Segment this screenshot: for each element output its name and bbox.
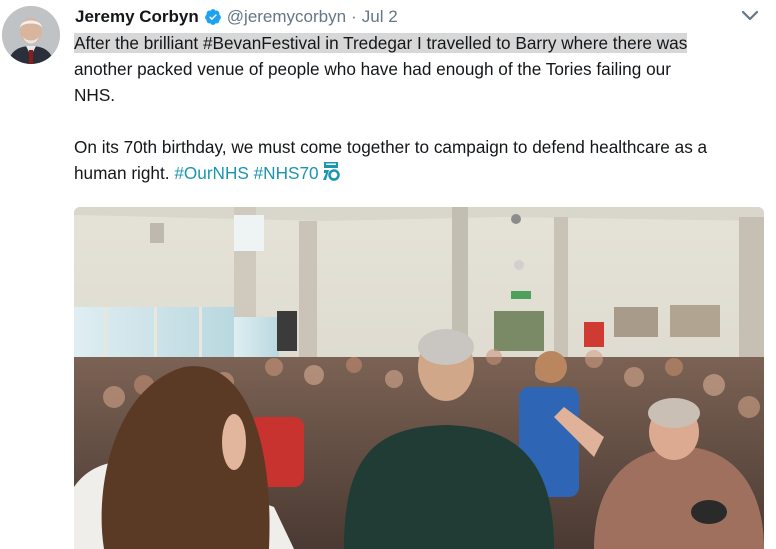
tweet-header: Jeremy Corbyn @jeremycorbyn · Jul 2 bbox=[75, 5, 398, 29]
author-handle[interactable]: @jeremycorbyn bbox=[227, 7, 346, 27]
chevron-down-icon[interactable] bbox=[740, 9, 760, 23]
tweet-text: After the brilliant #BevanFestival in Tr… bbox=[74, 30, 764, 186]
tweet-text-body: On its 70th birthday, we must come toget… bbox=[74, 137, 708, 183]
tweet-date[interactable]: Jul 2 bbox=[362, 7, 398, 27]
tweet-text-line-3: NHS. bbox=[74, 85, 116, 105]
tweet-text-line-1: After the brilliant #BevanFestival in Tr… bbox=[74, 33, 688, 53]
hashtag-ournhs[interactable]: #OurNHS bbox=[174, 163, 249, 183]
tweet-paragraph-2: On its 70th birthday, we must come toget… bbox=[74, 134, 764, 186]
tweet-paragraph-1: After the brilliant #BevanFestival in Tr… bbox=[74, 30, 764, 108]
verified-badge-icon bbox=[204, 9, 221, 25]
tweet-text-line-2: another packed venue of people who have … bbox=[74, 59, 671, 79]
separator-dot: · bbox=[351, 7, 357, 26]
profile-avatar[interactable] bbox=[2, 6, 60, 64]
author-name[interactable]: Jeremy Corbyn bbox=[75, 7, 199, 27]
tweet-photo[interactable] bbox=[74, 207, 764, 549]
nhs70-emoji-icon bbox=[322, 162, 340, 181]
hashtag-nhs70[interactable]: #NHS70 bbox=[254, 163, 319, 183]
